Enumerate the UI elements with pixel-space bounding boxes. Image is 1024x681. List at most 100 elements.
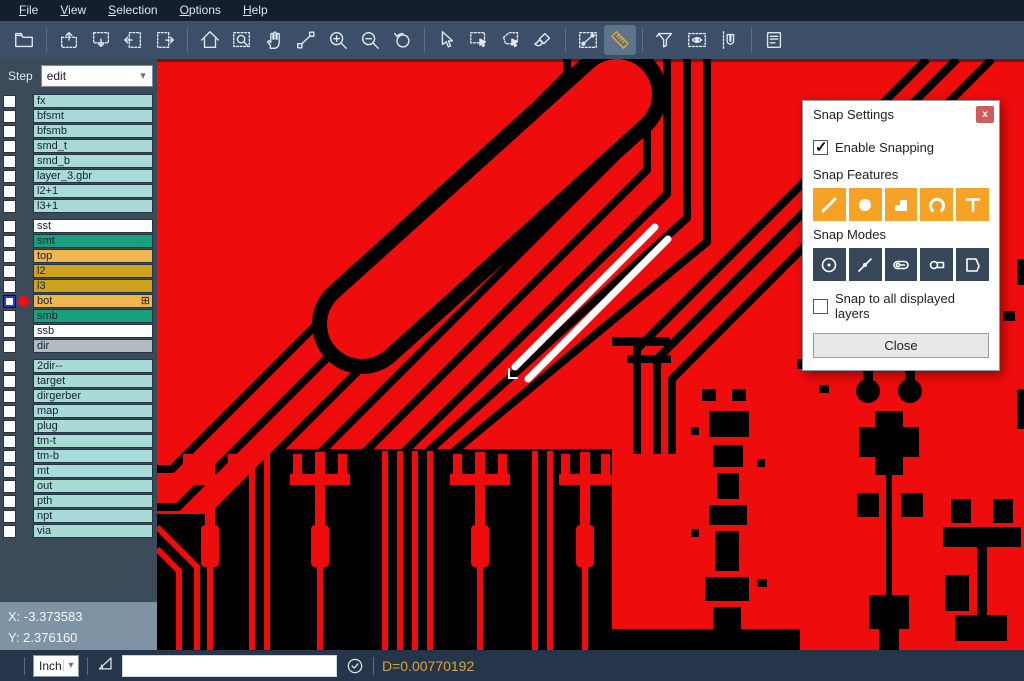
layer-row[interactable]: pth [0, 494, 157, 508]
layer-row[interactable]: smd_b [0, 154, 157, 168]
pad-snap-button[interactable] [849, 188, 882, 221]
layer-label[interactable]: dirgerber [33, 389, 153, 403]
layer-row[interactable]: ssb [0, 324, 157, 338]
layer-checkbox[interactable] [3, 465, 16, 478]
move-left-button[interactable] [117, 25, 149, 55]
layer-checkbox[interactable] [3, 265, 16, 278]
zoom-area-button[interactable] [226, 25, 258, 55]
layer-label[interactable]: npt [33, 509, 153, 523]
layer-row[interactable]: bot⊞ [0, 294, 157, 308]
center-snap-button[interactable] [813, 248, 846, 281]
layer-label[interactable]: pth [33, 494, 153, 508]
menu-file[interactable]: File [8, 0, 49, 21]
brush-select-button[interactable] [527, 25, 559, 55]
move-up-button[interactable] [53, 25, 85, 55]
enable-snapping-checkbox[interactable] [813, 140, 828, 155]
filter-button[interactable] [649, 25, 681, 55]
layer-checkbox[interactable] [3, 325, 16, 338]
pcb-canvas[interactable]: Snap Settings x Enable Snapping Snap Fea… [157, 59, 1024, 650]
measure-input[interactable] [122, 655, 337, 677]
layer-checkbox[interactable] [3, 435, 16, 448]
unit-select[interactable]: Inch ▾ [33, 655, 79, 677]
layer-label[interactable]: via [33, 524, 153, 538]
zoom-in-button[interactable] [322, 25, 354, 55]
menu-selection[interactable]: Selection [97, 0, 168, 21]
layer-label[interactable]: out [33, 479, 153, 493]
layer-checkbox[interactable] [3, 155, 16, 168]
move-right-button[interactable] [149, 25, 181, 55]
slot-snap-button[interactable] [885, 248, 918, 281]
layer-row[interactable]: 2dir-- [0, 359, 157, 373]
layer-row[interactable]: smt [0, 234, 157, 248]
layer-label[interactable]: ssb [33, 324, 153, 338]
home-view-button[interactable] [194, 25, 226, 55]
layer-checkbox[interactable] [3, 510, 16, 523]
layer-row[interactable]: l2+1 [0, 184, 157, 198]
layer-label[interactable]: layer_3.gbr [33, 169, 153, 183]
layer-label[interactable]: sst [33, 219, 153, 233]
layer-row[interactable]: smb [0, 309, 157, 323]
layer-label[interactable]: top [33, 249, 153, 263]
layer-checkbox[interactable] [3, 125, 16, 138]
layer-checkbox[interactable] [3, 450, 16, 463]
view-box-button[interactable] [681, 25, 713, 55]
step-select[interactable]: edit ▾ [41, 65, 153, 87]
layer-label[interactable]: smt [33, 234, 153, 248]
layer-label[interactable]: smd_b [33, 154, 153, 168]
select-rectangle-button[interactable] [463, 25, 495, 55]
layer-label[interactable]: l3+1 [33, 199, 153, 213]
open-file-button[interactable] [8, 25, 40, 55]
layer-label[interactable]: tm-t [33, 434, 153, 448]
layer-checkbox[interactable] [3, 110, 16, 123]
layer-label[interactable]: smd_t [33, 139, 153, 153]
layer-row[interactable]: smd_t [0, 139, 157, 153]
layer-label[interactable]: tm-b [33, 449, 153, 463]
surface-snap-button[interactable] [885, 188, 918, 221]
outline-snap-button[interactable] [956, 248, 989, 281]
layer-row[interactable]: dir [0, 339, 157, 353]
layer-checkbox[interactable] [3, 185, 16, 198]
layer-row[interactable]: bfsmb [0, 124, 157, 138]
layer-checkbox[interactable] [3, 295, 16, 308]
layer-row[interactable]: tm-t [0, 434, 157, 448]
menu-options[interactable]: Options [169, 0, 232, 21]
layer-checkbox[interactable] [3, 480, 16, 493]
layer-checkbox[interactable] [3, 95, 16, 108]
layer-row[interactable]: target [0, 374, 157, 388]
midpoint-snap-button[interactable] [849, 248, 882, 281]
pad-slot-snap-button[interactable] [920, 248, 953, 281]
arc-snap-button[interactable] [920, 188, 953, 221]
layer-checkbox[interactable] [3, 235, 16, 248]
layer-row[interactable]: npt [0, 509, 157, 523]
layer-label[interactable]: bfsmb [33, 124, 153, 138]
layer-row[interactable]: layer_3.gbr [0, 169, 157, 183]
layer-checkbox[interactable] [3, 140, 16, 153]
angle-corner-icon[interactable] [96, 653, 116, 678]
layer-label[interactable]: map [33, 404, 153, 418]
layer-checkbox[interactable] [3, 310, 16, 323]
layer-row[interactable]: tm-b [0, 449, 157, 463]
move-vertex-button[interactable] [290, 25, 322, 55]
layer-row[interactable]: dirgerber [0, 389, 157, 403]
measure-point-button[interactable] [572, 25, 604, 55]
layer-checkbox[interactable] [3, 220, 16, 233]
pan-button[interactable] [258, 25, 290, 55]
layer-label[interactable]: l2+1 [33, 184, 153, 198]
layer-label[interactable]: 2dir-- [33, 359, 153, 373]
layer-checkbox[interactable] [3, 420, 16, 433]
select-arrow-button[interactable] [431, 25, 463, 55]
close-icon[interactable]: x [976, 106, 994, 123]
layer-checkbox[interactable] [3, 360, 16, 373]
layer-row[interactable]: l3 [0, 279, 157, 293]
layer-checkbox[interactable] [3, 375, 16, 388]
layer-label[interactable]: mt [33, 464, 153, 478]
layer-label[interactable]: dir [33, 339, 153, 353]
layer-label[interactable]: fx [33, 94, 153, 108]
zoom-out-button[interactable] [354, 25, 386, 55]
layer-row[interactable]: plug [0, 419, 157, 433]
layer-checkbox[interactable] [3, 200, 16, 213]
layer-row[interactable]: sst [0, 219, 157, 233]
layer-label[interactable]: l2 [33, 264, 153, 278]
dialog-titlebar[interactable]: Snap Settings x [803, 101, 999, 128]
layer-label[interactable]: plug [33, 419, 153, 433]
